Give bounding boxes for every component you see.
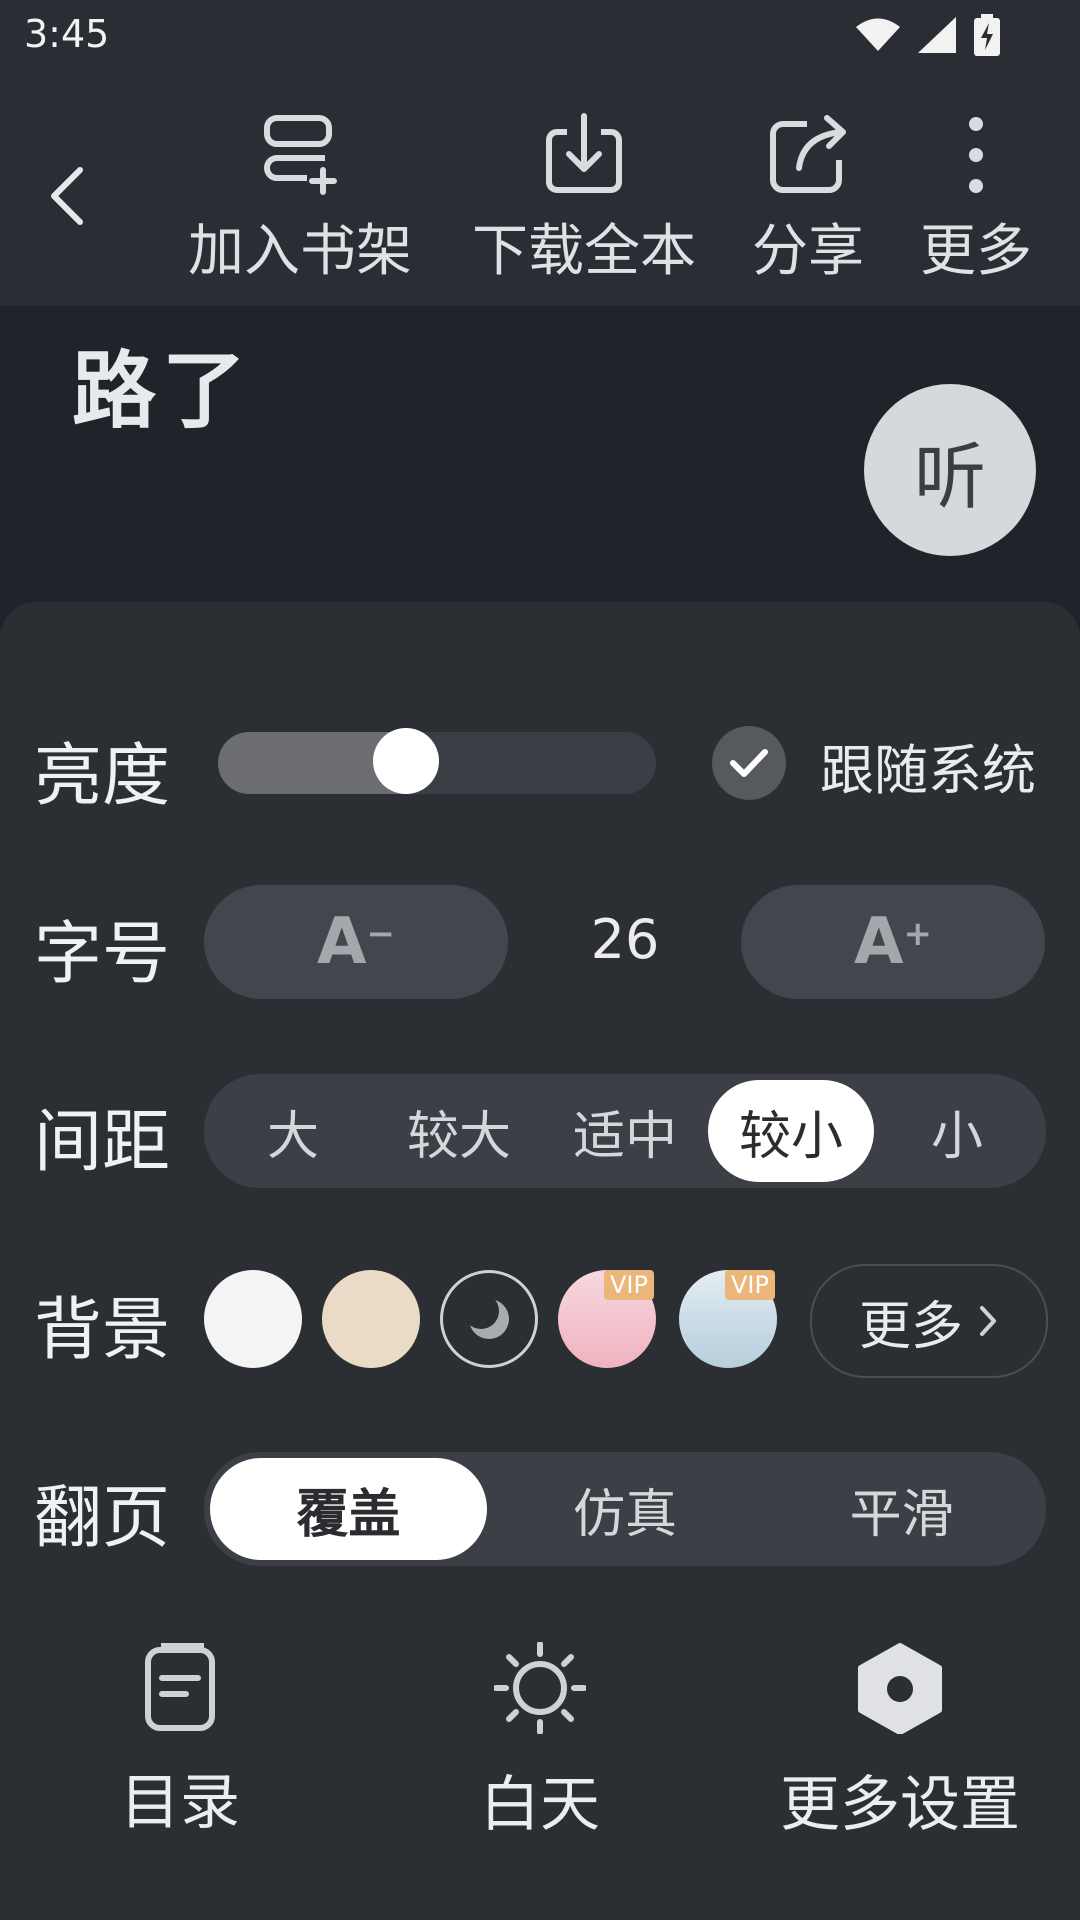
page-turn-option-smooth[interactable]: 平滑 <box>763 1458 1040 1560</box>
background-swatch-beige[interactable] <box>322 1270 420 1368</box>
listen-button[interactable]: 听 <box>864 384 1036 556</box>
chapter-title: 路了 <box>72 341 253 440</box>
more-vertical-icon <box>969 117 983 193</box>
font-size-label: 字号 <box>34 915 171 994</box>
moon-icon <box>467 1297 509 1339</box>
font-decrease-label: A <box>316 905 367 979</box>
download-icon <box>546 113 622 193</box>
chevron-left-icon[interactable] <box>40 156 100 236</box>
background-swatch-dark[interactable] <box>440 1270 538 1368</box>
more-settings-label: 更多设置 <box>780 1770 1020 1840</box>
follow-system-label: 跟随系统 <box>820 739 1036 802</box>
page-turn-label: 翻页 <box>34 1479 171 1558</box>
add-to-shelf-button[interactable]: 加入书架 <box>180 110 420 287</box>
page-turn-segmented-control: 覆盖 仿真 平滑 <box>204 1452 1046 1566</box>
signal-icon <box>918 17 956 53</box>
status-time: 3:45 <box>24 12 110 56</box>
battery-charging-icon <box>974 14 1000 56</box>
more-backgrounds-button[interactable]: 更多 <box>810 1264 1048 1378</box>
wifi-icon <box>856 18 900 51</box>
reading-area[interactable]: 路了 听 <box>0 306 1080 606</box>
checkmark-icon <box>730 749 768 777</box>
sun-icon <box>494 1642 586 1734</box>
status-bar: 3:45 <box>0 0 1080 72</box>
add-to-shelf-label: 加入书架 <box>188 219 412 284</box>
page-turn-option-simulation[interactable]: 仿真 <box>487 1458 764 1560</box>
reader-settings-panel: 亮度 跟随系统 字号 A − 26 A + 间距 大 较大 适中 较小 小 背景 V… <box>0 602 1080 1920</box>
more-backgrounds-label: 更多 <box>858 1296 963 1357</box>
day-mode-tab[interactable]: 白天 <box>440 1642 640 1843</box>
font-increase-label: A <box>853 905 904 979</box>
more-settings-tab[interactable]: 更多设置 <box>760 1642 1040 1843</box>
background-label: 背景 <box>34 1291 171 1370</box>
toc-tab[interactable]: 目录 <box>80 1642 280 1841</box>
page-turn-option-cover[interactable]: 覆盖 <box>210 1458 487 1560</box>
font-decrease-button[interactable]: A − <box>204 885 508 999</box>
download-all-button[interactable]: 下载全本 <box>464 110 704 287</box>
share-icon <box>770 115 846 193</box>
download-all-label: 下载全本 <box>472 219 696 284</box>
minus-icon: − <box>366 914 396 954</box>
spacing-label: 间距 <box>34 1103 171 1182</box>
vip-badge: VIP <box>604 1270 654 1300</box>
top-toolbar: 加入书架 下载全本 分享 更多 <box>0 72 1080 306</box>
toc-label: 目录 <box>120 1768 240 1838</box>
day-mode-label: 白天 <box>480 1770 600 1840</box>
spacing-option-small[interactable]: 小 <box>874 1080 1040 1182</box>
more-label: 更多 <box>920 219 1032 284</box>
settings-hex-icon <box>858 1643 942 1734</box>
plus-icon: + <box>903 914 933 954</box>
spacing-option-large[interactable]: 大 <box>210 1080 376 1182</box>
share-button[interactable]: 分享 <box>748 110 868 287</box>
add-to-shelf-icon <box>264 115 337 195</box>
font-size-value: 26 <box>590 908 660 971</box>
share-label: 分享 <box>752 219 864 284</box>
toc-icon <box>145 1643 215 1731</box>
more-button[interactable]: 更多 <box>916 110 1036 287</box>
brightness-label: 亮度 <box>34 737 171 816</box>
font-increase-button[interactable]: A + <box>741 885 1045 999</box>
follow-system-checkbox[interactable] <box>712 726 786 800</box>
spacing-option-larger[interactable]: 较大 <box>376 1080 542 1182</box>
spacing-segmented-control: 大 较大 适中 较小 小 <box>204 1074 1046 1188</box>
brightness-slider-thumb[interactable] <box>373 728 440 794</box>
spacing-option-smaller[interactable]: 较小 <box>708 1080 874 1182</box>
chevron-right-icon <box>980 1306 996 1336</box>
background-swatch-white[interactable] <box>204 1270 302 1368</box>
vip-badge: VIP <box>725 1270 775 1300</box>
spacing-option-medium[interactable]: 适中 <box>542 1080 708 1182</box>
